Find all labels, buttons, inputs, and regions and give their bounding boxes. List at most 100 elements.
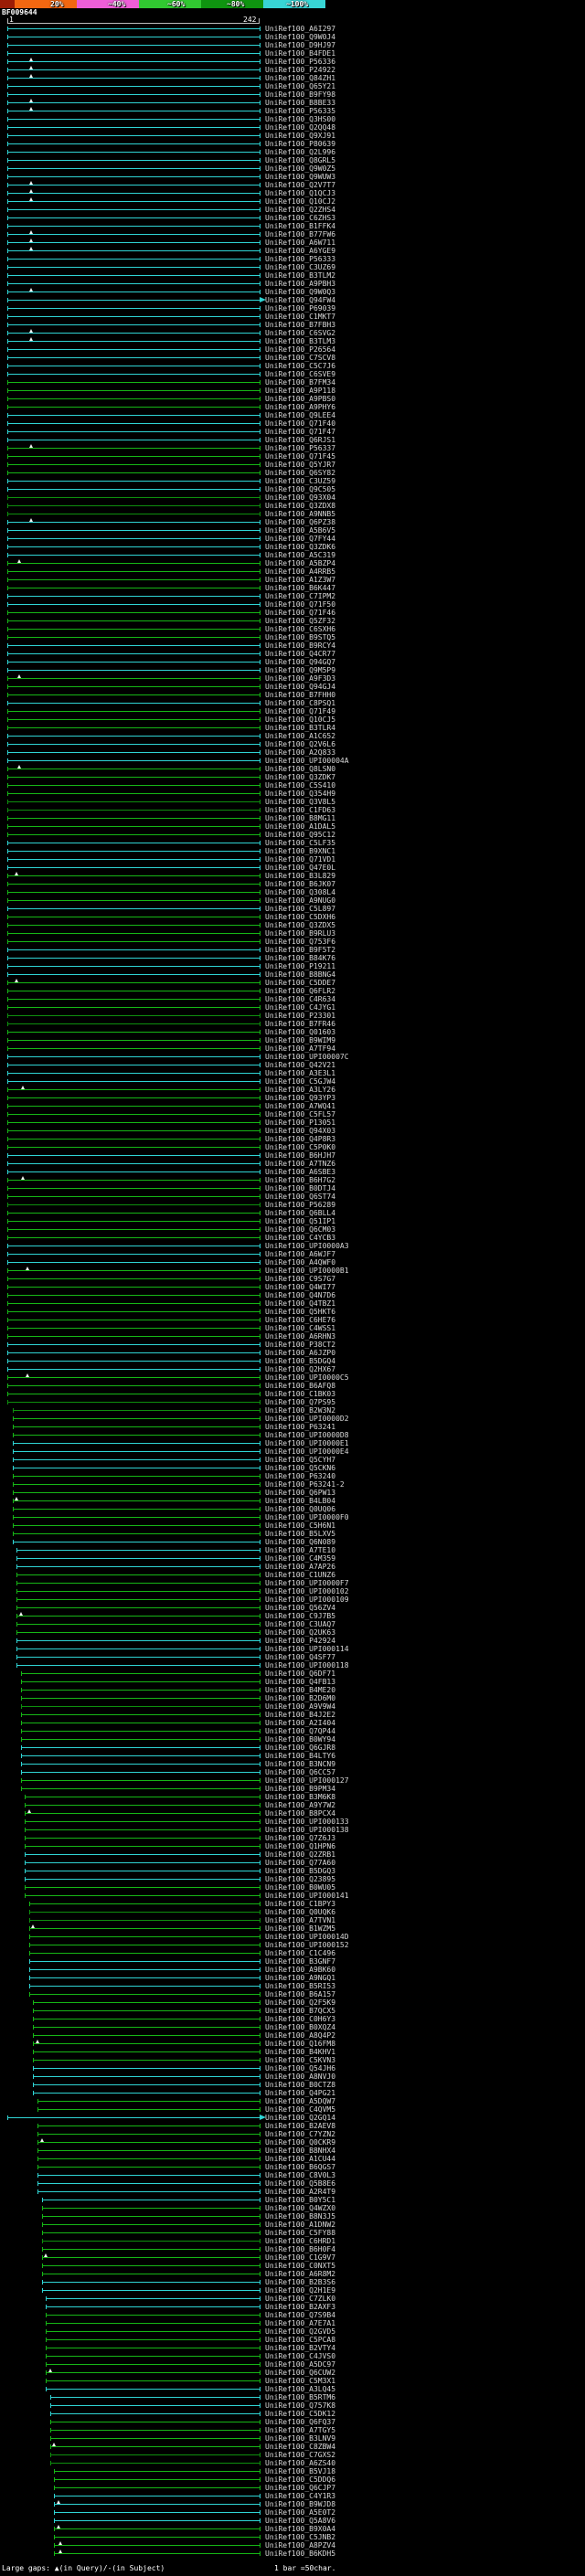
hit-bar[interactable] [25, 1819, 261, 1824]
hit-bar[interactable] [54, 2469, 261, 2474]
hit-row[interactable]: UniRef100_B9WJD8 [0, 2500, 585, 2508]
hit-bar[interactable] [33, 2041, 261, 2046]
hit-bar[interactable] [20, 1729, 261, 1733]
hit-label[interactable]: UniRef100_Q94GQ7 [265, 659, 335, 666]
hit-row[interactable]: UniRef100_A6W711 [0, 239, 585, 247]
hit-label[interactable]: UniRef100_Q94X03 [265, 1128, 335, 1135]
hit-row[interactable]: UniRef100_P19211 [0, 962, 585, 970]
hit-label[interactable]: UniRef100_A6JZP0 [265, 1350, 335, 1357]
hit-bar[interactable] [7, 1170, 261, 1174]
hit-row[interactable]: UniRef100_A1Z3W7 [0, 576, 585, 584]
hit-row[interactable]: UniRef100_A7AP26 [0, 1563, 585, 1571]
hit-label[interactable]: UniRef100_B3L829 [265, 873, 335, 880]
hit-row[interactable]: UniRef100_Q6FQ37 [0, 2418, 585, 2426]
hit-row[interactable]: UniRef100_B0CTZ8 [0, 2081, 585, 2089]
hit-row[interactable]: UniRef100_C4JVS0 [0, 2352, 585, 2360]
hit-row[interactable]: UniRef100_C7GXS2 [0, 2451, 585, 2459]
hit-bar[interactable] [37, 2173, 261, 2178]
hit-bar[interactable] [12, 1523, 261, 1528]
hit-row[interactable]: UniRef100_Q5HKT6 [0, 1308, 585, 1316]
hit-bar[interactable] [12, 1441, 261, 1446]
hit-bar[interactable] [12, 1408, 261, 1413]
hit-row[interactable]: UniRef100_P26564 [0, 345, 585, 354]
hit-label[interactable]: UniRef100_B8NHX4 [265, 2147, 335, 2155]
hit-bar[interactable] [7, 775, 261, 779]
hit-row[interactable]: UniRef100_Q9WUW3 [0, 173, 585, 181]
hit-label[interactable]: UniRef100_Q2V6L6 [265, 741, 335, 748]
hit-bar[interactable] [7, 1071, 261, 1076]
hit-row[interactable]: UniRef100_Q23895 [0, 1875, 585, 1883]
hit-row[interactable]: UniRef100_B2VTY4 [0, 2344, 585, 2352]
hit-bar[interactable] [7, 133, 261, 138]
hit-bar[interactable] [7, 578, 261, 582]
hit-row[interactable]: UniRef100_Q4P8R3 [0, 1135, 585, 1143]
hit-label[interactable]: UniRef100_Q94GJ4 [265, 684, 335, 691]
hit-row[interactable]: UniRef100_UPI0000A3 [0, 1242, 585, 1250]
hit-label[interactable]: UniRef100_C3UZ59 [265, 478, 335, 485]
hit-bar[interactable] [37, 2181, 261, 2186]
hit-bar[interactable] [7, 1301, 261, 1306]
hit-row[interactable]: UniRef100_B5DGQ3 [0, 1867, 585, 1875]
hit-row[interactable]: UniRef100_C5GJW4 [0, 1077, 585, 1086]
hit-row[interactable]: UniRef100_P63241 [0, 1423, 585, 1431]
hit-row[interactable]: UniRef100_A3LQ45 [0, 2385, 585, 2393]
hit-bar[interactable] [7, 701, 261, 705]
hit-bar[interactable] [16, 1630, 261, 1635]
hit-row[interactable]: UniRef100_Q0CKR9 [0, 2138, 585, 2147]
hit-label[interactable]: UniRef100_Q2HX67 [265, 1366, 335, 1373]
hit-label[interactable]: UniRef100_A7TVN1 [265, 1917, 335, 1924]
hit-row[interactable]: UniRef100_A6SBE3 [0, 1168, 585, 1176]
hit-row[interactable]: UniRef100_B3TLM2 [0, 271, 585, 280]
hit-label[interactable]: UniRef100_A7TF94 [265, 1045, 335, 1053]
hit-label[interactable]: UniRef100_B0Y5C1 [265, 2197, 335, 2204]
hit-label[interactable]: UniRef100_Q9LEE4 [265, 412, 335, 419]
hit-label[interactable]: UniRef100_A7WQ41 [265, 1103, 335, 1110]
hit-bar[interactable] [12, 1532, 261, 1536]
hit-label[interactable]: UniRef100_P13051 [265, 1119, 335, 1127]
hit-row[interactable]: UniRef100_UPI0000C5 [0, 1373, 585, 1382]
hit-row[interactable]: UniRef100_Q71VD1 [0, 855, 585, 864]
hit-row[interactable]: UniRef100_Q6BLL4 [0, 1209, 585, 1217]
hit-label[interactable]: UniRef100_B6JK07 [265, 881, 335, 888]
hit-bar[interactable] [7, 495, 261, 500]
hit-row[interactable]: UniRef100_Q2GVD5 [0, 2327, 585, 2336]
hit-row[interactable]: UniRef100_B6JK07 [0, 880, 585, 888]
hit-bar[interactable] [12, 1449, 261, 1454]
hit-label[interactable]: UniRef100_Q0CKR9 [265, 2139, 335, 2147]
hit-bar[interactable] [25, 1844, 261, 1849]
hit-row[interactable]: UniRef100_Q95C12 [0, 831, 585, 839]
hit-label[interactable]: UniRef100_A5DQW7 [265, 2098, 335, 2105]
hit-row[interactable]: UniRef100_B8NHX4 [0, 2147, 585, 2155]
hit-row[interactable]: UniRef100_Q93YP3 [0, 1094, 585, 1102]
hit-label[interactable]: UniRef100_C3UAQ7 [265, 1621, 335, 1628]
hit-row[interactable]: UniRef100_Q84ZH1 [0, 74, 585, 82]
hit-row[interactable]: UniRef100_Q42V21 [0, 1061, 585, 1069]
hit-bar[interactable] [7, 1400, 261, 1405]
hit-bar[interactable] [41, 2206, 261, 2210]
hit-bar[interactable] [7, 791, 261, 796]
hit-row[interactable]: UniRef100_Q2GQ14 [0, 2114, 585, 2122]
hit-bar[interactable] [7, 1227, 261, 1232]
hit-row[interactable]: UniRef100_UPI000118 [0, 1661, 585, 1670]
hit-row[interactable]: UniRef100_Q6PW13 [0, 1489, 585, 1497]
hit-bar[interactable] [7, 734, 261, 738]
hit-row[interactable]: UniRef100_B9XNC1 [0, 847, 585, 855]
hit-bar[interactable] [7, 1145, 261, 1150]
hit-row[interactable]: UniRef100_A7E7A1 [0, 2319, 585, 2327]
hit-bar[interactable] [7, 35, 261, 39]
hit-row[interactable]: UniRef100_Q6CC57 [0, 1768, 585, 1776]
hit-bar[interactable] [37, 2107, 261, 2112]
hit-bar[interactable] [7, 454, 261, 459]
hit-row[interactable]: UniRef100_C1MKT7 [0, 313, 585, 321]
hit-label[interactable]: UniRef100_C5H6N1 [265, 1522, 335, 1530]
hit-label[interactable]: UniRef100_Q2ZHS4 [265, 207, 335, 214]
hit-bar[interactable] [7, 462, 261, 467]
hit-row[interactable]: UniRef100_C9J7B5 [0, 1612, 585, 1620]
hit-bar[interactable] [54, 2543, 261, 2548]
hit-label[interactable]: UniRef100_Q54JH6 [265, 2065, 335, 2072]
hit-label[interactable]: UniRef100_Q4WZX0 [265, 2205, 335, 2212]
hit-row[interactable]: UniRef100_B8BE33 [0, 99, 585, 107]
hit-bar[interactable] [7, 1309, 261, 1314]
hit-row[interactable]: UniRef100_Q3ZDX5 [0, 921, 585, 929]
hit-row[interactable]: UniRef100_C5JNB2 [0, 2533, 585, 2541]
